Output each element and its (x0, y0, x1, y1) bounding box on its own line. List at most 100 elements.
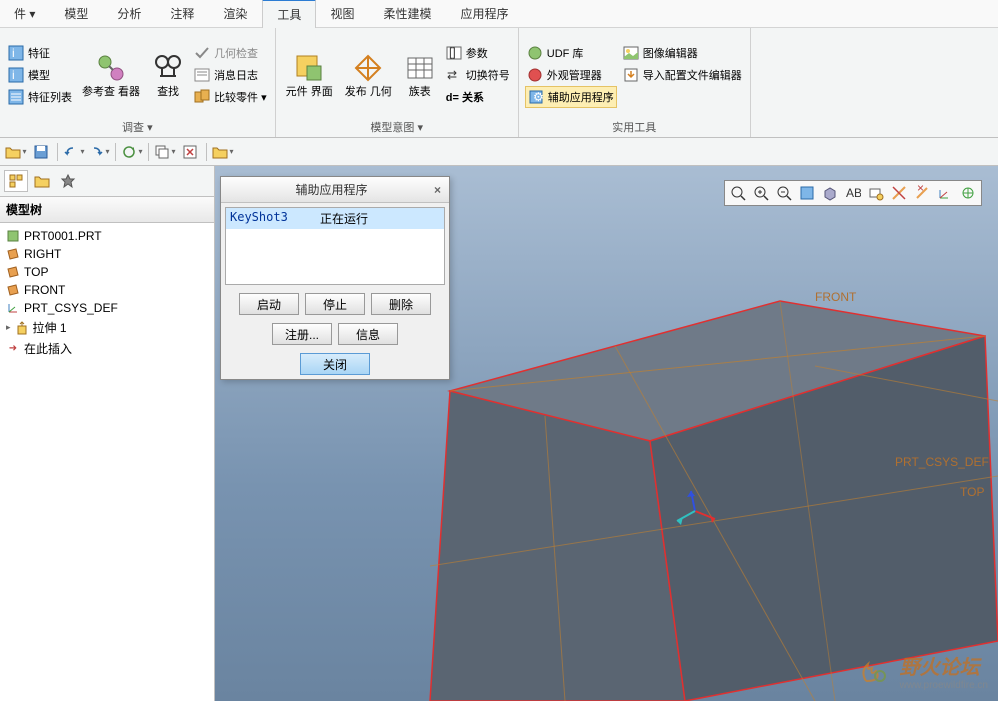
watermark-url: www.proewildfire.cn (900, 680, 988, 691)
svg-text:[]: [] (449, 45, 456, 59)
label-front: FRONT (815, 290, 857, 304)
svg-text:⇄: ⇄ (447, 68, 457, 82)
tab-render[interactable]: 渲染 (209, 0, 262, 27)
tab-analysis[interactable]: 分析 (103, 0, 156, 27)
btn-find[interactable]: 查找 (148, 32, 188, 117)
tree-item-top[interactable]: TOP (2, 263, 212, 281)
tree-item-front[interactable]: FRONT (2, 281, 212, 299)
tab-annotation[interactable]: 注释 (156, 0, 209, 27)
btn-close[interactable]: 关闭 (300, 353, 370, 375)
plane-icon (6, 283, 20, 297)
btn-delete[interactable]: 删除 (371, 293, 431, 315)
svg-text:×: × (917, 185, 924, 195)
sidebar-tabs (0, 166, 214, 197)
list-row[interactable]: KeyShot3 正在运行 (226, 208, 444, 229)
btn-feature-info[interactable]: i特征 (6, 42, 74, 64)
plane-icon (6, 247, 20, 261)
ribbon-group-model-intent: 元件 界面 发布 几何 族表 []参数 ⇄切换符号 d= 关系 模型意图 ▾ (276, 28, 519, 137)
btn-zoom-out[interactable] (773, 183, 795, 203)
quick-access-toolbar: ▾ ▾ ▾ ▾ ▾ ▾ (0, 138, 998, 166)
sidebar: 模型树 PRT0001.PRT RIGHT TOP FRONT PRT_CSYS… (0, 166, 215, 701)
btn-udf-lib[interactable]: UDF 库 (525, 42, 617, 64)
view-toolbar: AB × (724, 180, 982, 206)
label-top: TOP (960, 485, 984, 499)
qat-save[interactable] (30, 141, 52, 163)
dialog-list[interactable]: KeyShot3 正在运行 (225, 207, 445, 285)
btn-import-profile[interactable]: 导入配置文件编辑器 (621, 64, 744, 86)
btn-switch-symbol[interactable]: ⇄切换符号 (444, 64, 512, 86)
qat-redo[interactable]: ▾ (88, 141, 110, 163)
tree-item-insert-here[interactable]: ➜在此插入 (2, 338, 212, 359)
dialog-close-icon[interactable]: × (434, 183, 441, 197)
model-tree: PRT0001.PRT RIGHT TOP FRONT PRT_CSYS_DEF… (0, 223, 214, 363)
btn-repaint[interactable] (796, 183, 818, 203)
btn-start[interactable]: 启动 (239, 293, 299, 315)
menubar: 件 ▾ 模型 分析 注释 渲染 工具 视图 柔性建模 应用程序 (0, 0, 998, 28)
svg-text:i: i (12, 46, 15, 60)
tree-item-right[interactable]: RIGHT (2, 245, 212, 263)
qat-windows[interactable]: ▾ (154, 141, 176, 163)
btn-refit[interactable] (727, 183, 749, 203)
btn-saved-views[interactable]: AB (842, 183, 864, 203)
main-area: 模型树 PRT0001.PRT RIGHT TOP FRONT PRT_CSYS… (0, 166, 998, 701)
plane-icon (6, 265, 20, 279)
tab-flex-model[interactable]: 柔性建模 (369, 0, 446, 27)
aux-app-dialog: 辅助应用程序 × KeyShot3 正在运行 启动 停止 删除 注册... 信息… (220, 176, 450, 380)
app-status: 正在运行 (316, 208, 444, 229)
btn-point-display[interactable] (934, 183, 956, 203)
btn-zoom-in[interactable] (750, 183, 772, 203)
btn-msg-log[interactable]: 消息日志 (192, 64, 269, 86)
btn-relation[interactable]: d= 关系 (444, 86, 512, 108)
qat-folder[interactable]: ▾ (212, 141, 234, 163)
svg-text:⚙: ⚙ (533, 90, 544, 104)
watermark-text: 野火论坛 (900, 657, 980, 679)
svg-text:AB: AB (846, 186, 861, 200)
btn-display-style[interactable] (819, 183, 841, 203)
group-label-utils: 实用工具 (525, 117, 744, 137)
btn-view-mgr[interactable] (865, 183, 887, 203)
btn-aux-app[interactable]: ⚙辅助应用程序 (525, 86, 617, 108)
qat-close[interactable] (179, 141, 201, 163)
btn-info[interactable]: 信息 (338, 323, 398, 345)
part-icon (6, 229, 20, 243)
btn-compare-part[interactable]: 比较零件 ▾ (192, 86, 269, 108)
btn-register[interactable]: 注册... (272, 323, 332, 345)
tab-model[interactable]: 模型 (50, 0, 103, 27)
btn-model-info[interactable]: i模型 (6, 64, 74, 86)
qat-undo[interactable]: ▾ (63, 141, 85, 163)
ribbon-group-utils: UDF 库 外观管理器 ⚙辅助应用程序 图像编辑器 导入配置文件编辑器 x 实用… (519, 28, 751, 137)
tab-model-tree[interactable] (4, 170, 28, 192)
btn-image-editor[interactable]: 图像编辑器 (621, 42, 744, 64)
btn-ref-viewer[interactable]: 参考查 看器 (78, 32, 144, 117)
csys-icon (6, 301, 20, 315)
tree-item-csys[interactable]: PRT_CSYS_DEF (2, 299, 212, 317)
tree-item-part[interactable]: PRT0001.PRT (2, 227, 212, 245)
dialog-titlebar[interactable]: 辅助应用程序 × (221, 177, 449, 203)
btn-appearance-mgr[interactable]: 外观管理器 (525, 64, 617, 86)
btn-params[interactable]: []参数 (444, 42, 512, 64)
btn-feature-list[interactable]: 特征列表 (6, 86, 74, 108)
group-label-model-intent: 模型意图 ▾ (282, 117, 512, 137)
btn-stop[interactable]: 停止 (305, 293, 365, 315)
qat-open[interactable]: ▾ (5, 141, 27, 163)
btn-datum-display[interactable] (888, 183, 910, 203)
app-name: KeyShot3 (226, 208, 316, 229)
btn-family-table[interactable]: 族表 (400, 32, 440, 117)
btn-csys-display[interactable] (957, 183, 979, 203)
tab-tools[interactable]: 工具 (262, 0, 316, 28)
ribbon-group-investigate: i特征 i模型 特征列表 参考查 看器 查找 几何检查 消息日志 比较零件 ▾ … (0, 28, 276, 137)
tab-view[interactable]: 视图 (316, 0, 369, 27)
tree-item-extrude[interactable]: ▸拉伸 1 (2, 317, 212, 338)
tab-favorites[interactable] (56, 170, 80, 192)
tree-title: 模型树 (0, 197, 214, 223)
extrude-icon (15, 321, 29, 335)
btn-comp-interface[interactable]: 元件 界面 (282, 32, 337, 117)
btn-axis-display[interactable]: × (911, 183, 933, 203)
tab-application[interactable]: 应用程序 (446, 0, 523, 27)
btn-publish-geom[interactable]: 发布 几何 (341, 32, 396, 117)
watermark: 野火论坛 www.proewildfire.cn (858, 651, 988, 691)
qat-regen[interactable]: ▾ (121, 141, 143, 163)
tab-file[interactable]: 件 ▾ (0, 0, 50, 27)
btn-geom-check[interactable]: 几何检查 (192, 42, 269, 64)
tab-folder-tree[interactable] (30, 170, 54, 192)
